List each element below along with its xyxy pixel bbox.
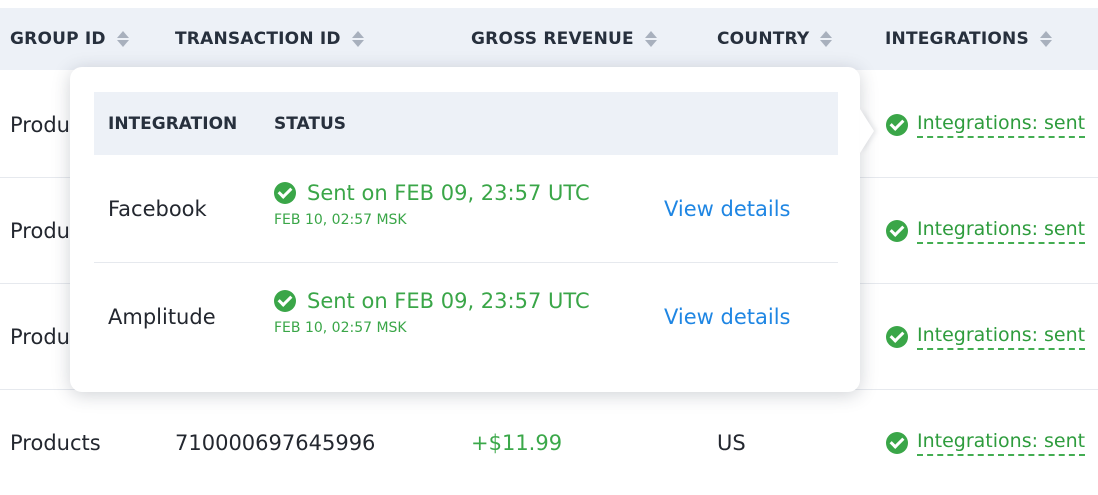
popover-row-facebook: Facebook Sent on FEB 09, 23:57 UTC FEB 1…: [94, 155, 838, 263]
integrations-status-link[interactable]: Integrations: sent: [917, 218, 1086, 244]
integration-status: Sent on FEB 09, 23:57 UTC FEB 10, 02:57 …: [274, 289, 590, 336]
group-id-cell: Produ: [10, 112, 70, 137]
column-label: GROUP ID: [10, 29, 106, 49]
integration-name: Amplitude: [108, 304, 216, 329]
gross-revenue-cell: +$11.99: [471, 430, 563, 455]
check-circle-icon: [886, 113, 908, 136]
check-circle-icon: [274, 290, 296, 312]
integrations-cell[interactable]: Integrations: sent: [886, 390, 1086, 495]
integration-status: Sent on FEB 09, 23:57 UTC FEB 10, 02:57 …: [274, 181, 590, 228]
country-cell: US: [717, 430, 746, 455]
column-header-country[interactable]: COUNTRY: [717, 8, 833, 70]
column-label: INTEGRATIONS: [885, 29, 1029, 49]
integrations-status-link[interactable]: Integrations: sent: [917, 324, 1086, 350]
status-text: Sent on FEB 09, 23:57 UTC: [307, 181, 590, 205]
sort-arrows-icon[interactable]: [820, 30, 833, 48]
group-id-cell: Produ: [10, 218, 70, 243]
table-row[interactable]: Products 710000697645996 +$11.99 US Inte…: [0, 390, 1098, 495]
table-header: GROUP ID TRANSACTION ID GROSS REVENUE CO…: [0, 8, 1098, 70]
column-label: TRANSACTION ID: [175, 29, 341, 49]
sort-arrows-icon[interactable]: [116, 30, 130, 48]
popover-column-integration: INTEGRATION: [108, 113, 238, 134]
column-header-group-id[interactable]: GROUP ID: [10, 8, 130, 70]
transaction-id-cell: 710000697645996: [175, 430, 376, 455]
view-details-link[interactable]: View details: [664, 155, 790, 262]
integration-name: Facebook: [108, 196, 207, 221]
integrations-cell[interactable]: Integrations: sent: [886, 178, 1086, 283]
status-text: Sent on FEB 09, 23:57 UTC: [307, 289, 590, 313]
column-label: GROSS REVENUE: [471, 29, 634, 49]
integrations-popover: INTEGRATION STATUS Facebook Sent on FEB …: [70, 67, 874, 392]
integrations-cell[interactable]: Integrations: sent: [886, 72, 1086, 177]
group-id-cell: Produ: [10, 324, 70, 349]
column-label: COUNTRY: [717, 29, 810, 49]
check-circle-icon: [886, 325, 908, 348]
status-local-time: FEB 10, 02:57 MSK: [274, 212, 407, 228]
column-header-transaction-id[interactable]: TRANSACTION ID: [175, 8, 365, 70]
group-id-cell: Products: [10, 430, 101, 455]
status-local-time: FEB 10, 02:57 MSK: [274, 320, 407, 336]
integrations-status-link[interactable]: Integrations: sent: [917, 112, 1086, 138]
view-details-link[interactable]: View details: [664, 263, 790, 370]
check-circle-icon: [274, 182, 296, 204]
column-header-gross-revenue[interactable]: GROSS REVENUE: [471, 8, 658, 70]
popover-row-amplitude: Amplitude Sent on FEB 09, 23:57 UTC FEB …: [94, 263, 838, 370]
sort-arrows-icon[interactable]: [644, 30, 658, 48]
column-header-integrations[interactable]: INTEGRATIONS: [885, 8, 1053, 70]
sort-arrows-icon[interactable]: [351, 30, 365, 48]
integrations-cell[interactable]: Integrations: sent: [886, 284, 1086, 389]
sort-arrows-icon[interactable]: [1039, 30, 1053, 48]
check-circle-icon: [886, 431, 908, 454]
popover-arrow: [860, 109, 874, 153]
check-circle-icon: [886, 219, 908, 242]
popover-table-header: INTEGRATION STATUS: [94, 92, 838, 155]
integrations-status-link[interactable]: Integrations: sent: [917, 430, 1086, 456]
popover-column-status: STATUS: [274, 113, 347, 134]
